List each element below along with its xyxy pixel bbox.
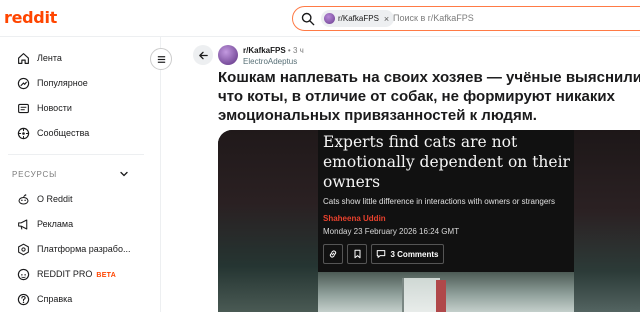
link-icon bbox=[329, 250, 337, 258]
sidebar-item-about-reddit[interactable]: О Reddit bbox=[0, 188, 160, 210]
article-photo bbox=[318, 272, 574, 312]
article-author: Shaheena Uddin bbox=[323, 214, 386, 223]
sidebar-item-label: Справка bbox=[37, 294, 73, 304]
post-author[interactable]: ElectroAdeptus bbox=[243, 57, 297, 66]
developer-platform-icon bbox=[16, 242, 30, 256]
post-time: • 3 ч bbox=[287, 46, 304, 55]
sidebar-item-label: Новости bbox=[37, 103, 72, 113]
top-bar: reddit r/KafkaFPS × Поиск в r/KafkaFPS bbox=[0, 0, 640, 37]
reddit-pro-label: REDDIT PRO bbox=[37, 269, 93, 279]
left-sidebar: Лента Популярное Новости Сообщества РЕСУ… bbox=[0, 37, 161, 312]
bookmark-icon bbox=[354, 249, 360, 259]
search-input[interactable]: Поиск в r/KafkaFPS bbox=[393, 13, 474, 23]
subreddit-avatar[interactable] bbox=[218, 45, 238, 65]
post-title: Кошкам наплевать на своих хозяев — учёны… bbox=[218, 69, 640, 124]
post-media[interactable]: Experts find cats are not emotionally de… bbox=[218, 130, 640, 312]
sidebar-item-reddit-pro[interactable]: REDDIT PRO BETA bbox=[0, 263, 160, 285]
communities-icon bbox=[16, 126, 30, 140]
article-link-button bbox=[323, 244, 343, 264]
resources-section-title[interactable]: РЕСУРСЫ bbox=[12, 170, 57, 179]
sidebar-item-communities[interactable]: Сообщества bbox=[0, 122, 160, 144]
beta-badge: BETA bbox=[96, 272, 117, 279]
reddit-pro-icon bbox=[16, 267, 30, 281]
sidebar-item-label: REDDIT PRO BETA bbox=[37, 269, 116, 279]
article-headline: Experts find cats are not emotionally de… bbox=[323, 133, 570, 191]
sidebar-item-label: Лента bbox=[37, 53, 62, 63]
menu-icon bbox=[157, 55, 165, 63]
article-screenshot: Experts find cats are not emotionally de… bbox=[318, 130, 574, 312]
popular-icon bbox=[16, 76, 30, 90]
sidebar-item-popular[interactable]: Популярное bbox=[0, 72, 160, 94]
close-icon[interactable]: × bbox=[384, 14, 389, 24]
article-date: Monday 23 February 2026 16:24 GMT bbox=[323, 227, 460, 236]
comment-icon bbox=[377, 250, 386, 258]
media-blur-left bbox=[218, 130, 318, 312]
subreddit-link[interactable]: r/KafkaFPS bbox=[243, 46, 286, 55]
sidebar-item-developer-platform[interactable]: Платформа разрабо... bbox=[0, 238, 160, 260]
subreddit-filter-chip[interactable]: r/KafkaFPS × bbox=[321, 10, 395, 27]
chip-label: r/KafkaFPS bbox=[338, 14, 379, 23]
article-subheadline: Cats show little difference in interacti… bbox=[323, 197, 555, 206]
media-blur-right bbox=[574, 130, 640, 312]
sidebar-divider bbox=[8, 154, 144, 155]
photo-cat-tree bbox=[402, 278, 440, 312]
sidebar-item-label: Реклама bbox=[37, 219, 74, 229]
reddit-alien-icon bbox=[16, 192, 30, 206]
sidebar-item-label: Сообщества bbox=[37, 128, 90, 138]
collapse-sidebar-button[interactable] bbox=[150, 48, 172, 70]
subreddit-chip-avatar bbox=[324, 13, 335, 24]
sidebar-item-news[interactable]: Новости bbox=[0, 97, 160, 119]
reddit-logo[interactable]: reddit bbox=[4, 8, 57, 27]
help-icon bbox=[16, 292, 30, 306]
news-icon bbox=[16, 101, 30, 115]
article-bookmark-button bbox=[347, 244, 367, 264]
megaphone-icon bbox=[16, 217, 30, 231]
comments-count-label: 3 Comments bbox=[390, 249, 439, 259]
sidebar-item-home[interactable]: Лента bbox=[0, 47, 160, 69]
article-comments-button: 3 Comments bbox=[371, 244, 444, 264]
sidebar-item-label: О Reddit bbox=[37, 194, 73, 204]
photo-red-object bbox=[436, 280, 446, 312]
home-icon bbox=[16, 51, 30, 65]
post-subreddit-line: r/KafkaFPS • 3 ч bbox=[243, 46, 304, 55]
search-bar[interactable]: r/KafkaFPS × Поиск в r/KafkaFPS bbox=[292, 6, 640, 31]
sidebar-item-advertise[interactable]: Реклама bbox=[0, 213, 160, 235]
arrow-left-icon bbox=[198, 51, 208, 59]
sidebar-item-label: Платформа разрабо... bbox=[37, 244, 131, 254]
search-icon bbox=[301, 12, 315, 26]
sidebar-item-label: Популярное bbox=[37, 78, 88, 88]
chevron-down-icon[interactable] bbox=[119, 169, 129, 179]
sidebar-item-help[interactable]: Справка bbox=[0, 288, 160, 310]
back-button[interactable] bbox=[193, 45, 213, 65]
